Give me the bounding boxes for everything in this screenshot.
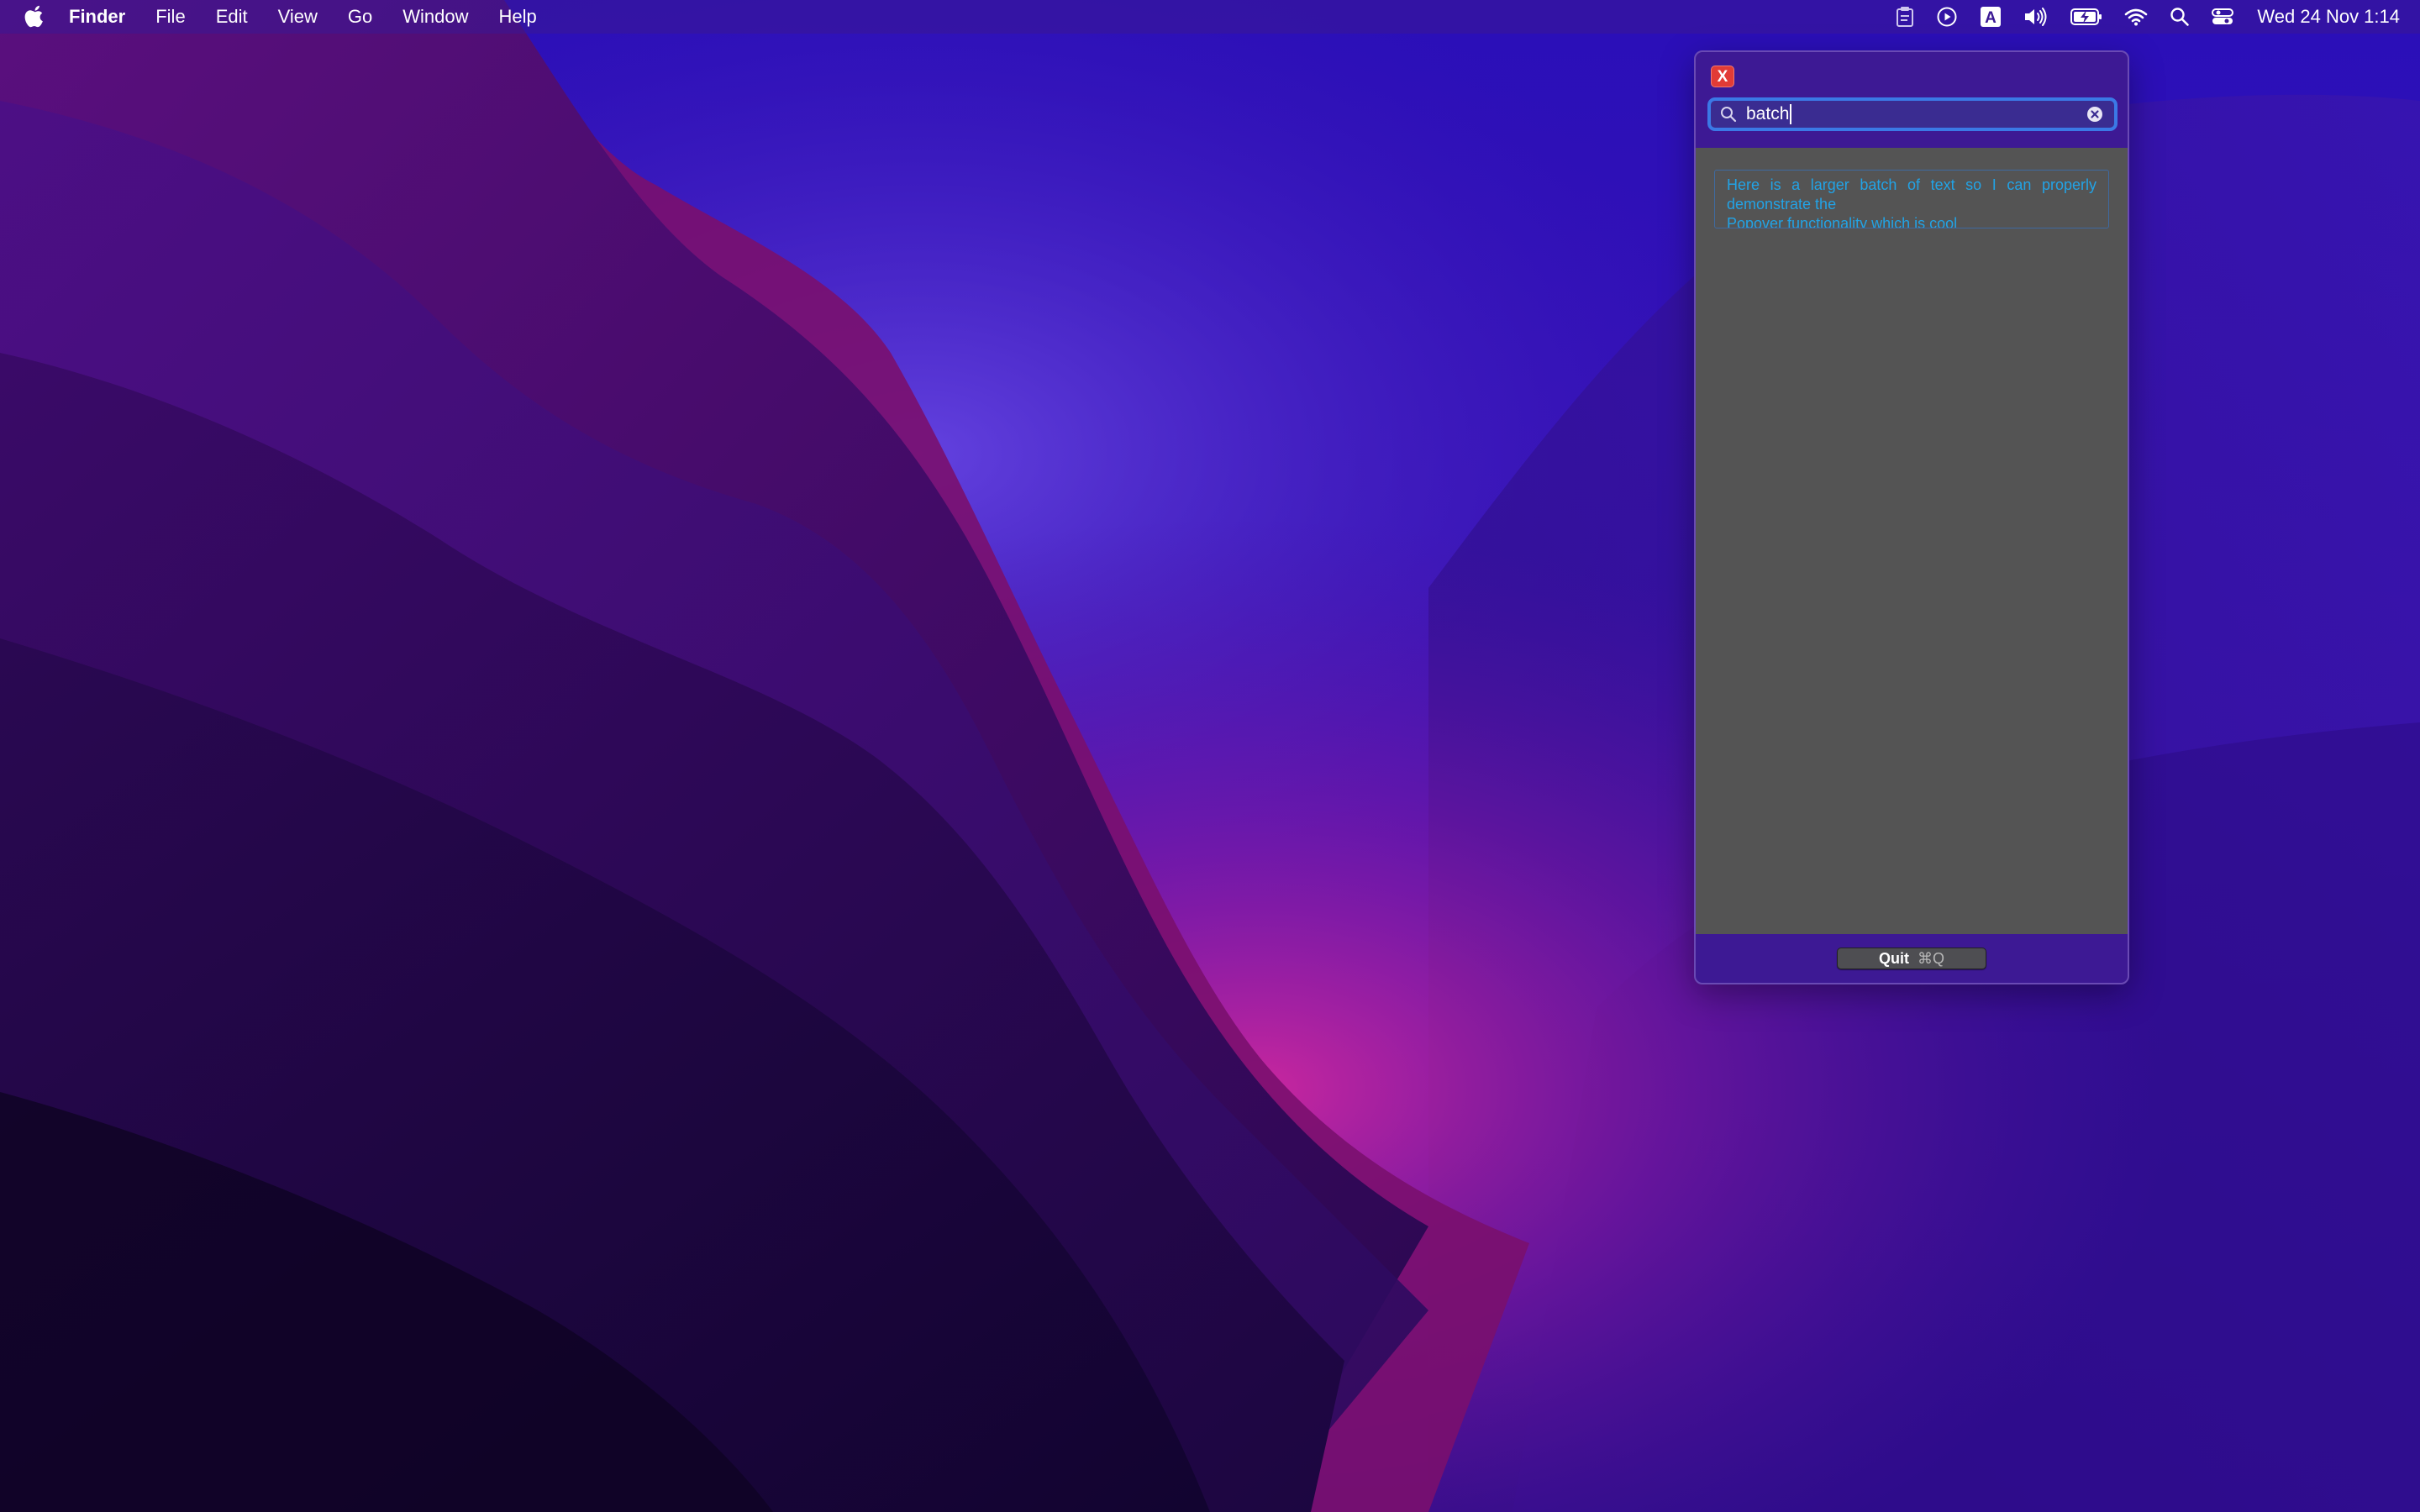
- popover-panel: X batch Here is a larger batch of text s…: [1694, 50, 2129, 984]
- apple-menu-icon[interactable]: [24, 4, 45, 29]
- result-text: Here is a larger batch of text so I can …: [1727, 176, 2096, 228]
- result-line: demonstrate the: [1727, 196, 1837, 213]
- result-line: Here is a larger batch of text so I can …: [1727, 176, 2096, 193]
- text-caret: [1790, 104, 1792, 124]
- clipboard-icon[interactable]: [1896, 0, 1914, 34]
- battery-charging-icon[interactable]: [2070, 0, 2102, 34]
- menu-go[interactable]: Go: [348, 6, 372, 28]
- menu-help[interactable]: Help: [499, 6, 537, 28]
- quit-button[interactable]: Quit ⌘Q: [1837, 948, 1986, 969]
- search-input[interactable]: batch: [1746, 104, 1792, 124]
- quit-shortcut: ⌘Q: [1917, 949, 1944, 967]
- search-icon: [1719, 105, 1738, 123]
- wifi-icon[interactable]: [2124, 0, 2148, 34]
- result-item[interactable]: Here is a larger batch of text so I can …: [1714, 170, 2109, 228]
- menu-app-name[interactable]: Finder: [69, 6, 125, 28]
- menu-view[interactable]: View: [278, 6, 318, 28]
- menu-bar: Finder File Edit View Go Window Help A W…: [0, 0, 2420, 34]
- quit-label: Quit: [1878, 949, 1909, 967]
- clear-search-icon[interactable]: [2086, 105, 2104, 123]
- menu-edit[interactable]: Edit: [216, 6, 248, 28]
- search-field[interactable]: batch: [1707, 97, 2118, 131]
- results-list: Here is a larger batch of text so I can …: [1696, 148, 2128, 934]
- result-line: Popover functionality which is cool: [1727, 215, 1958, 228]
- play-circle-icon[interactable]: [1936, 0, 1958, 34]
- popover-footer: Quit ⌘Q: [1696, 934, 2128, 983]
- menu-file[interactable]: File: [155, 6, 185, 28]
- control-center-icon[interactable]: [2212, 0, 2234, 34]
- volume-icon[interactable]: [2023, 0, 2049, 34]
- menu-window[interactable]: Window: [402, 6, 468, 28]
- menu-bar-clock[interactable]: Wed 24 Nov 1:14: [2257, 6, 2400, 28]
- close-button[interactable]: X: [1711, 66, 1734, 87]
- input-source-letter: A: [1986, 9, 1997, 27]
- search-input-value: batch: [1746, 104, 1790, 123]
- spotlight-search-icon[interactable]: [2170, 0, 2190, 34]
- input-source-icon[interactable]: A: [1980, 0, 2002, 34]
